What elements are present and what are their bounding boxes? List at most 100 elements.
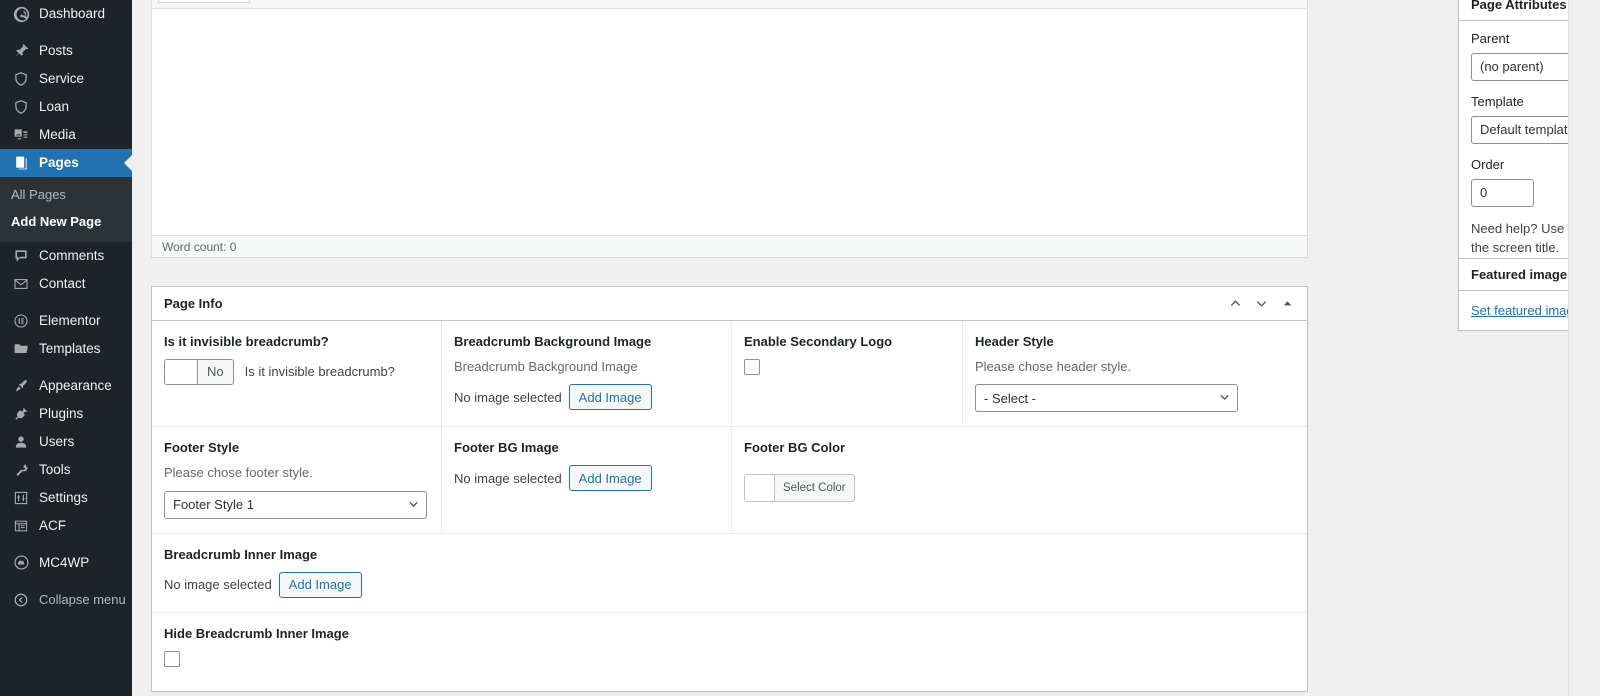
field-footer-style: Footer Style Please chose footer style. … bbox=[152, 427, 442, 532]
invisible-breadcrumb-control: No Is it invisible breadcrumb? bbox=[164, 359, 429, 385]
field-footer-bg-image: Footer BG Image No image selected Add Im… bbox=[442, 427, 732, 532]
sidebar-item-dashboard[interactable]: Dashboard bbox=[0, 0, 132, 28]
field-label: Is it invisible breadcrumb? bbox=[164, 334, 429, 350]
sidebar-item-label: Pages bbox=[39, 156, 79, 170]
read-more-icon[interactable] bbox=[496, 0, 520, 4]
header-style-select[interactable]: - Select - bbox=[975, 384, 1238, 412]
admin-sidebar: Dashboard Posts Service Loan Media Pages bbox=[0, 0, 132, 696]
enable-secondary-logo-checkbox[interactable] bbox=[744, 359, 760, 375]
link-icon[interactable] bbox=[470, 0, 494, 4]
menu-separator bbox=[0, 363, 132, 372]
menu-separator bbox=[0, 28, 132, 37]
field-label: Enable Secondary Logo bbox=[744, 334, 950, 350]
featured-image-title: Featured image bbox=[1471, 267, 1567, 282]
plug-icon bbox=[11, 404, 31, 424]
field-breadcrumb-background-image: Breadcrumb Background Image Breadcrumb B… bbox=[442, 321, 732, 426]
breadcrumb-inner-image-control: No image selected Add Image bbox=[164, 572, 1295, 598]
invisible-breadcrumb-toggle[interactable]: No bbox=[164, 359, 234, 385]
sidebar-submenu-pages: All Pages Add New Page bbox=[0, 177, 132, 242]
sidebar-item-elementor[interactable]: Elementor bbox=[0, 307, 132, 335]
parent-value: (no parent) bbox=[1480, 59, 1544, 74]
sidebar-item-loan[interactable]: Loan bbox=[0, 93, 132, 121]
sidebar-item-contact[interactable]: Contact bbox=[0, 270, 132, 298]
page-info-row-2: Footer Style Please chose footer style. … bbox=[152, 427, 1307, 533]
sidebar-item-service[interactable]: Service bbox=[0, 65, 132, 93]
add-image-button[interactable]: Add Image bbox=[569, 384, 652, 410]
sidebar-item-settings[interactable]: Settings bbox=[0, 484, 132, 512]
collapse-menu-label: Collapse menu bbox=[39, 593, 126, 606]
sidebar-item-templates[interactable]: Templates bbox=[0, 335, 132, 363]
align-center-icon[interactable] bbox=[418, 0, 442, 4]
add-image-button[interactable]: Add Image bbox=[279, 572, 362, 598]
shield-icon bbox=[11, 97, 31, 117]
footer-style-select[interactable]: Footer Style 1 bbox=[164, 491, 427, 519]
page-info-row-3: Breadcrumb Inner Image No image selected… bbox=[152, 534, 1307, 613]
bulleted-list-icon[interactable] bbox=[314, 0, 338, 4]
sidebar-item-label: MC4WP bbox=[39, 556, 89, 570]
paragraph-format-select[interactable]: Paragraph bbox=[158, 0, 250, 3]
sidebar-item-media[interactable]: Media bbox=[0, 121, 132, 149]
collapse-menu-button[interactable]: Collapse menu bbox=[0, 586, 132, 614]
set-featured-image-link[interactable]: Set featured image bbox=[1471, 303, 1581, 318]
sidebar-item-label: Posts bbox=[39, 44, 73, 58]
sidebar-item-pages[interactable]: Pages bbox=[0, 149, 132, 177]
pin-icon bbox=[11, 41, 31, 61]
toggle-knob bbox=[165, 360, 198, 384]
move-up-icon[interactable] bbox=[1227, 296, 1243, 312]
footer-bg-color-picker[interactable]: Select Color bbox=[744, 474, 855, 502]
sidebar-item-comments[interactable]: Comments bbox=[0, 242, 132, 270]
sidebar-item-acf[interactable]: ACF bbox=[0, 512, 132, 540]
add-image-button[interactable]: Add Image bbox=[569, 465, 652, 491]
field-label: Header Style bbox=[975, 334, 1295, 350]
numbered-list-icon[interactable]: 123 bbox=[340, 0, 364, 4]
bold-icon[interactable]: B bbox=[262, 0, 286, 4]
field-instructions: Please chose footer style. bbox=[164, 465, 429, 482]
sidebar-item-label: Media bbox=[39, 128, 76, 142]
main-content: Paragraph B I 123 bbox=[132, 0, 1568, 696]
sliders-icon bbox=[11, 488, 31, 508]
editor-content-area[interactable] bbox=[152, 9, 1307, 235]
italic-icon[interactable]: I bbox=[288, 0, 312, 4]
sidebar-item-add-new-page[interactable]: Add New Page bbox=[0, 209, 132, 236]
move-down-icon[interactable] bbox=[1253, 296, 1269, 312]
sidebar-item-posts[interactable]: Posts bbox=[0, 37, 132, 65]
acf-icon bbox=[11, 516, 31, 536]
shield-icon bbox=[11, 69, 31, 89]
sidebar-item-appearance[interactable]: Appearance bbox=[0, 372, 132, 400]
menu-separator bbox=[0, 577, 132, 586]
hide-breadcrumb-inner-image-checkbox[interactable] bbox=[164, 651, 180, 667]
footer-style-value: Footer Style 1 bbox=[173, 497, 254, 512]
sidebar-item-label: Tools bbox=[39, 463, 71, 477]
order-input[interactable]: 0 bbox=[1471, 179, 1534, 207]
chevron-down-icon bbox=[408, 497, 419, 512]
sidebar-item-plugins[interactable]: Plugins bbox=[0, 400, 132, 428]
sidebar-item-label: Dashboard bbox=[39, 7, 105, 21]
menu-separator bbox=[0, 540, 132, 549]
sidebar-item-label: Loan bbox=[39, 100, 69, 114]
field-hide-breadcrumb-inner-image: Hide Breadcrumb Inner Image bbox=[152, 613, 1307, 691]
field-instructions: Breadcrumb Background Image bbox=[454, 359, 719, 376]
toggle-panel-icon[interactable] bbox=[1279, 296, 1295, 312]
align-right-icon[interactable] bbox=[444, 0, 468, 4]
sidebar-item-tools[interactable]: Tools bbox=[0, 456, 132, 484]
blockquote-icon[interactable] bbox=[366, 0, 390, 4]
align-left-icon[interactable] bbox=[392, 0, 416, 4]
no-image-label: No image selected bbox=[164, 577, 272, 592]
sidebar-item-label: Service bbox=[39, 72, 84, 86]
toolbar-toggle-icon[interactable] bbox=[522, 0, 546, 4]
user-icon bbox=[11, 432, 31, 452]
toggle-message: Is it invisible breadcrumb? bbox=[245, 364, 395, 379]
dashboard-icon bbox=[11, 4, 31, 24]
header-style-value: - Select - bbox=[984, 391, 1036, 406]
field-label: Footer BG Color bbox=[744, 440, 1295, 456]
menu-separator bbox=[0, 298, 132, 307]
sidebar-item-users[interactable]: Users bbox=[0, 428, 132, 456]
elementor-icon bbox=[11, 311, 31, 331]
sidebar-item-mc4wp[interactable]: MC4WP bbox=[0, 549, 132, 577]
page-scrollbar[interactable] bbox=[1568, 0, 1600, 696]
toggle-value: No bbox=[198, 360, 233, 384]
word-count-bar: Word count: 0 bbox=[152, 235, 1307, 257]
page-info-panel: Page Info Is it invisible breadcrumb? bbox=[151, 286, 1308, 692]
sidebar-item-all-pages[interactable]: All Pages bbox=[0, 182, 132, 209]
field-label: Breadcrumb Background Image bbox=[454, 334, 719, 350]
